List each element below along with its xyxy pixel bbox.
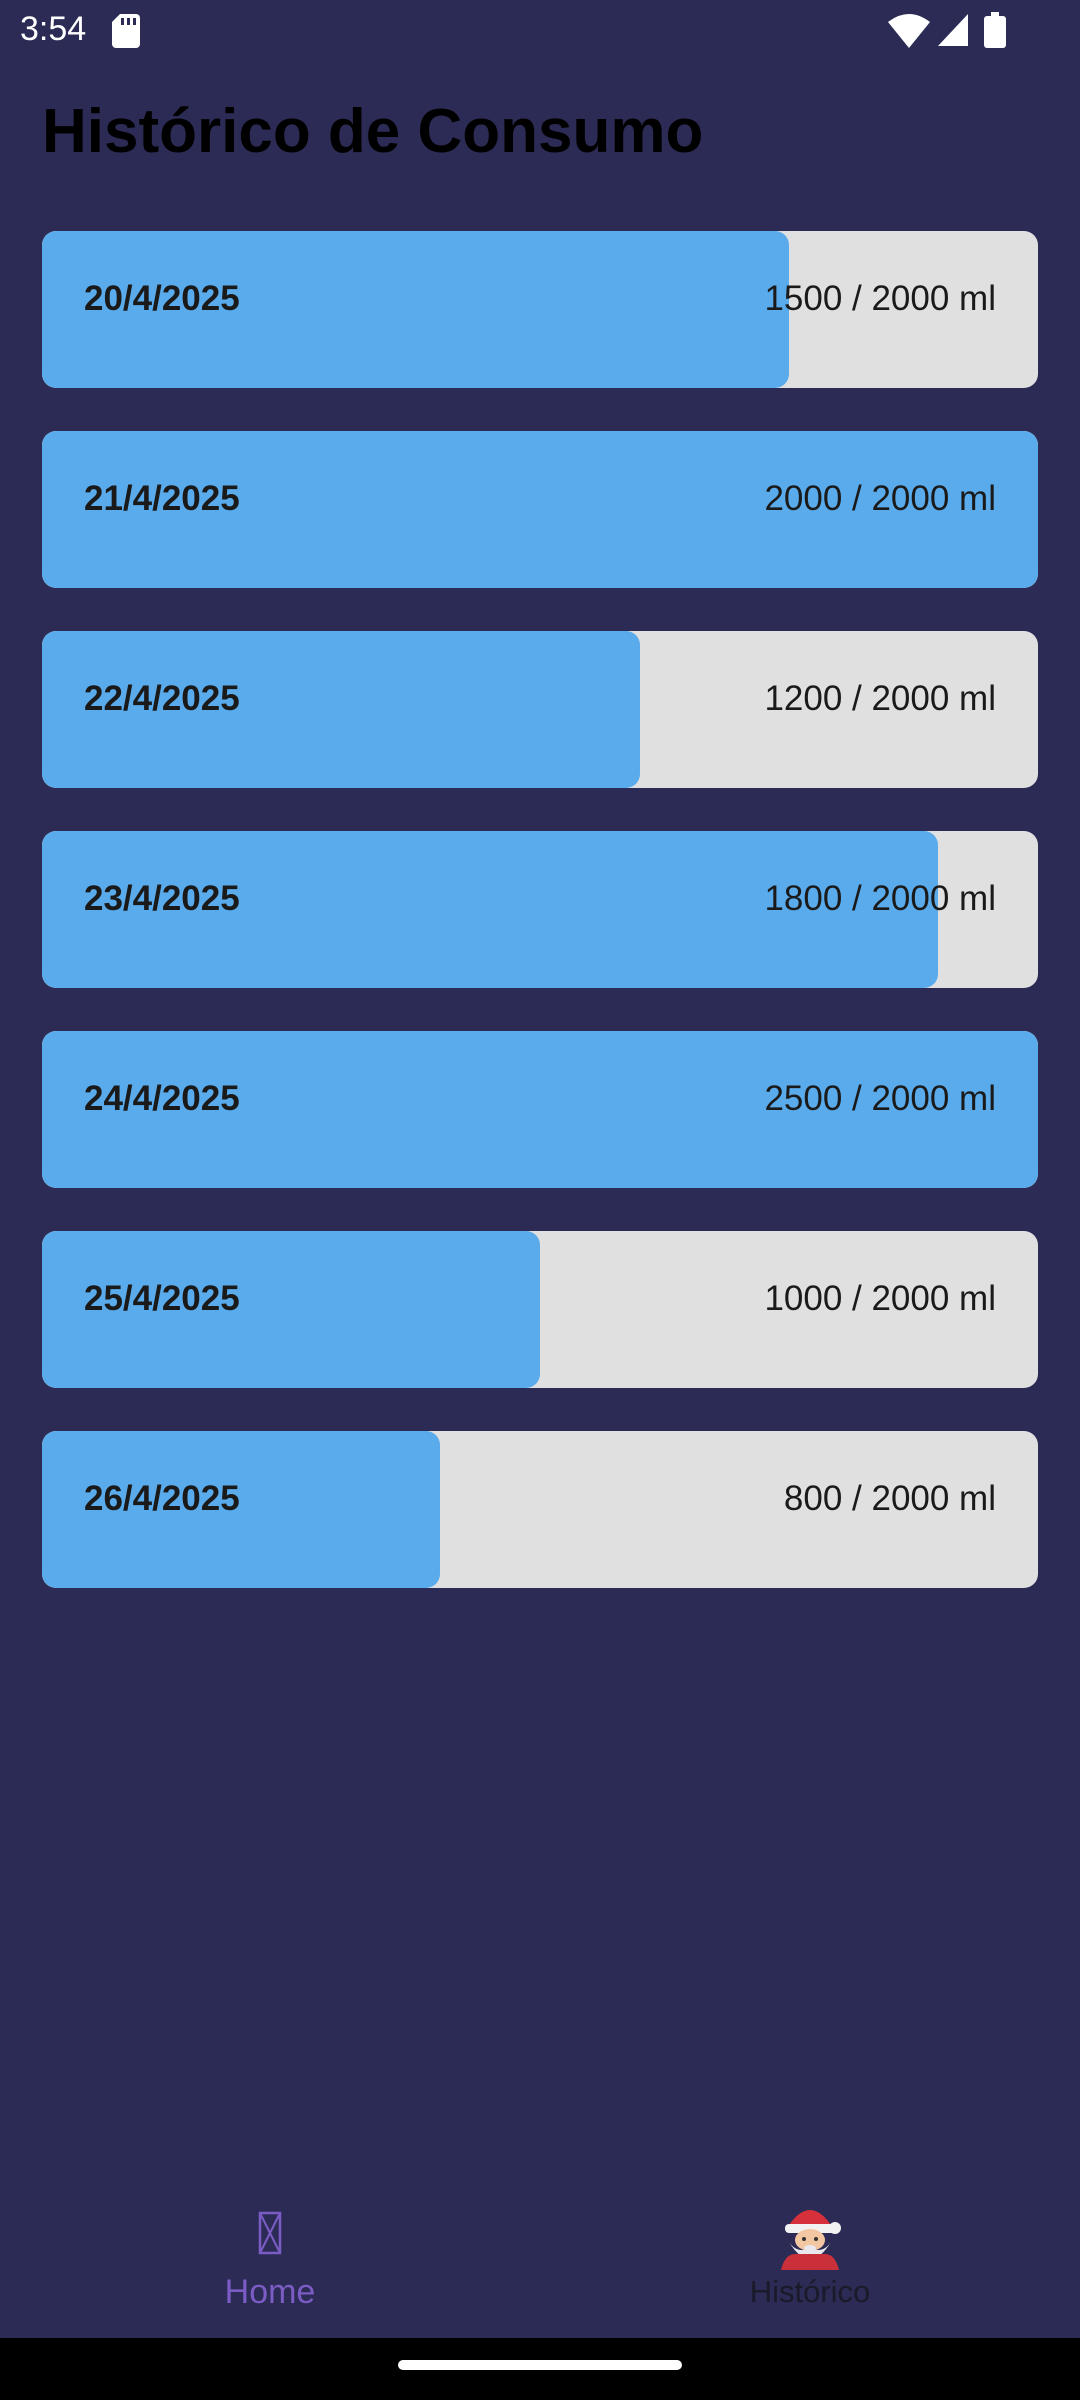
sd-card-icon <box>112 14 140 48</box>
row-amount: 1500 / 2000 ml <box>764 278 996 318</box>
row-date: 26/4/2025 <box>84 1478 240 1518</box>
screen: 3:54 Histórico de Consumo 20/4/2025 1500… <box>0 0 1080 2400</box>
history-row[interactable]: 22/4/2025 1200 / 2000 ml <box>42 631 1038 788</box>
history-row[interactable]: 24/4/2025 2500 / 2000 ml <box>42 1031 1038 1188</box>
history-row[interactable]: 26/4/2025 800 / 2000 ml <box>42 1431 1038 1588</box>
row-amount: 2500 / 2000 ml <box>764 1078 996 1118</box>
history-row[interactable]: 20/4/2025 1500 / 2000 ml <box>42 231 1038 388</box>
status-bar: 3:54 <box>0 0 1080 64</box>
history-row[interactable]: 25/4/2025 1000 / 2000 ml <box>42 1231 1038 1388</box>
nav-item-historico[interactable]: Histórico <box>540 2170 1080 2338</box>
gesture-handle[interactable] <box>398 2360 682 2370</box>
wifi-icon <box>888 14 930 48</box>
row-amount: 1200 / 2000 ml <box>764 678 996 718</box>
row-date: 25/4/2025 <box>84 1278 240 1318</box>
row-date: 23/4/2025 <box>84 878 240 918</box>
system-navigation-bar <box>0 2338 1080 2400</box>
nav-label-home: Home <box>224 2272 316 2311</box>
row-date: 22/4/2025 <box>84 678 240 718</box>
row-amount: 2000 / 2000 ml <box>764 478 996 518</box>
row-amount: 1800 / 2000 ml <box>764 878 996 918</box>
missing-glyph-icon <box>234 2197 306 2269</box>
history-row[interactable]: 23/4/2025 1800 / 2000 ml <box>42 831 1038 988</box>
row-amount: 800 / 2000 ml <box>783 1478 996 1518</box>
row-date: 24/4/2025 <box>84 1078 240 1118</box>
bottom-navigation: Home Histórico <box>0 2170 1080 2338</box>
page-title: Histórico de Consumo <box>42 97 704 166</box>
santa-icon <box>774 2198 846 2270</box>
nav-item-home[interactable]: Home <box>0 2170 540 2338</box>
row-date: 21/4/2025 <box>84 478 240 518</box>
status-time: 3:54 <box>20 10 87 48</box>
row-amount: 1000 / 2000 ml <box>764 1278 996 1318</box>
battery-icon <box>984 12 1006 48</box>
history-list: 20/4/2025 1500 / 2000 ml 21/4/2025 2000 … <box>42 231 1038 1631</box>
signal-icon <box>938 14 968 46</box>
history-row[interactable]: 21/4/2025 2000 / 2000 ml <box>42 431 1038 588</box>
nav-label-historico: Histórico <box>749 2274 871 2309</box>
row-date: 20/4/2025 <box>84 278 240 318</box>
